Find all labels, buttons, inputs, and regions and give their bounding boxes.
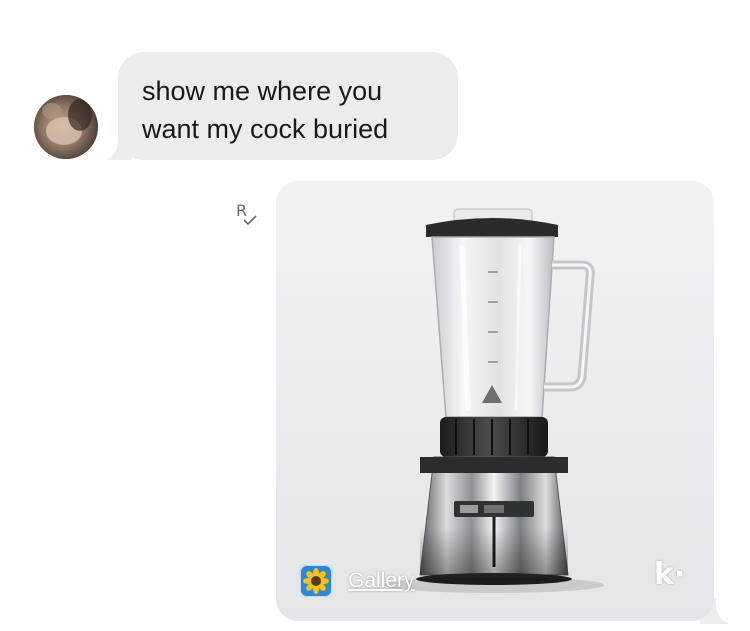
blender-photo [276, 181, 714, 621]
sender-avatar[interactable] [34, 95, 98, 159]
sunflower-icon [300, 565, 332, 597]
kik-logo: k· [654, 557, 686, 592]
outgoing-image-message[interactable]: Gallery k· [276, 181, 714, 621]
read-receipt: R [234, 201, 260, 229]
incoming-message-line-2: want my cock buried [142, 114, 389, 144]
gallery-link[interactable]: Gallery [348, 569, 415, 593]
checkmark-icon [243, 215, 257, 225]
incoming-message-bubble[interactable]: show me where you want my cock buried [118, 52, 458, 160]
incoming-message-line-1: show me where you [142, 76, 383, 106]
gallery-source-row[interactable]: Gallery [300, 563, 415, 599]
